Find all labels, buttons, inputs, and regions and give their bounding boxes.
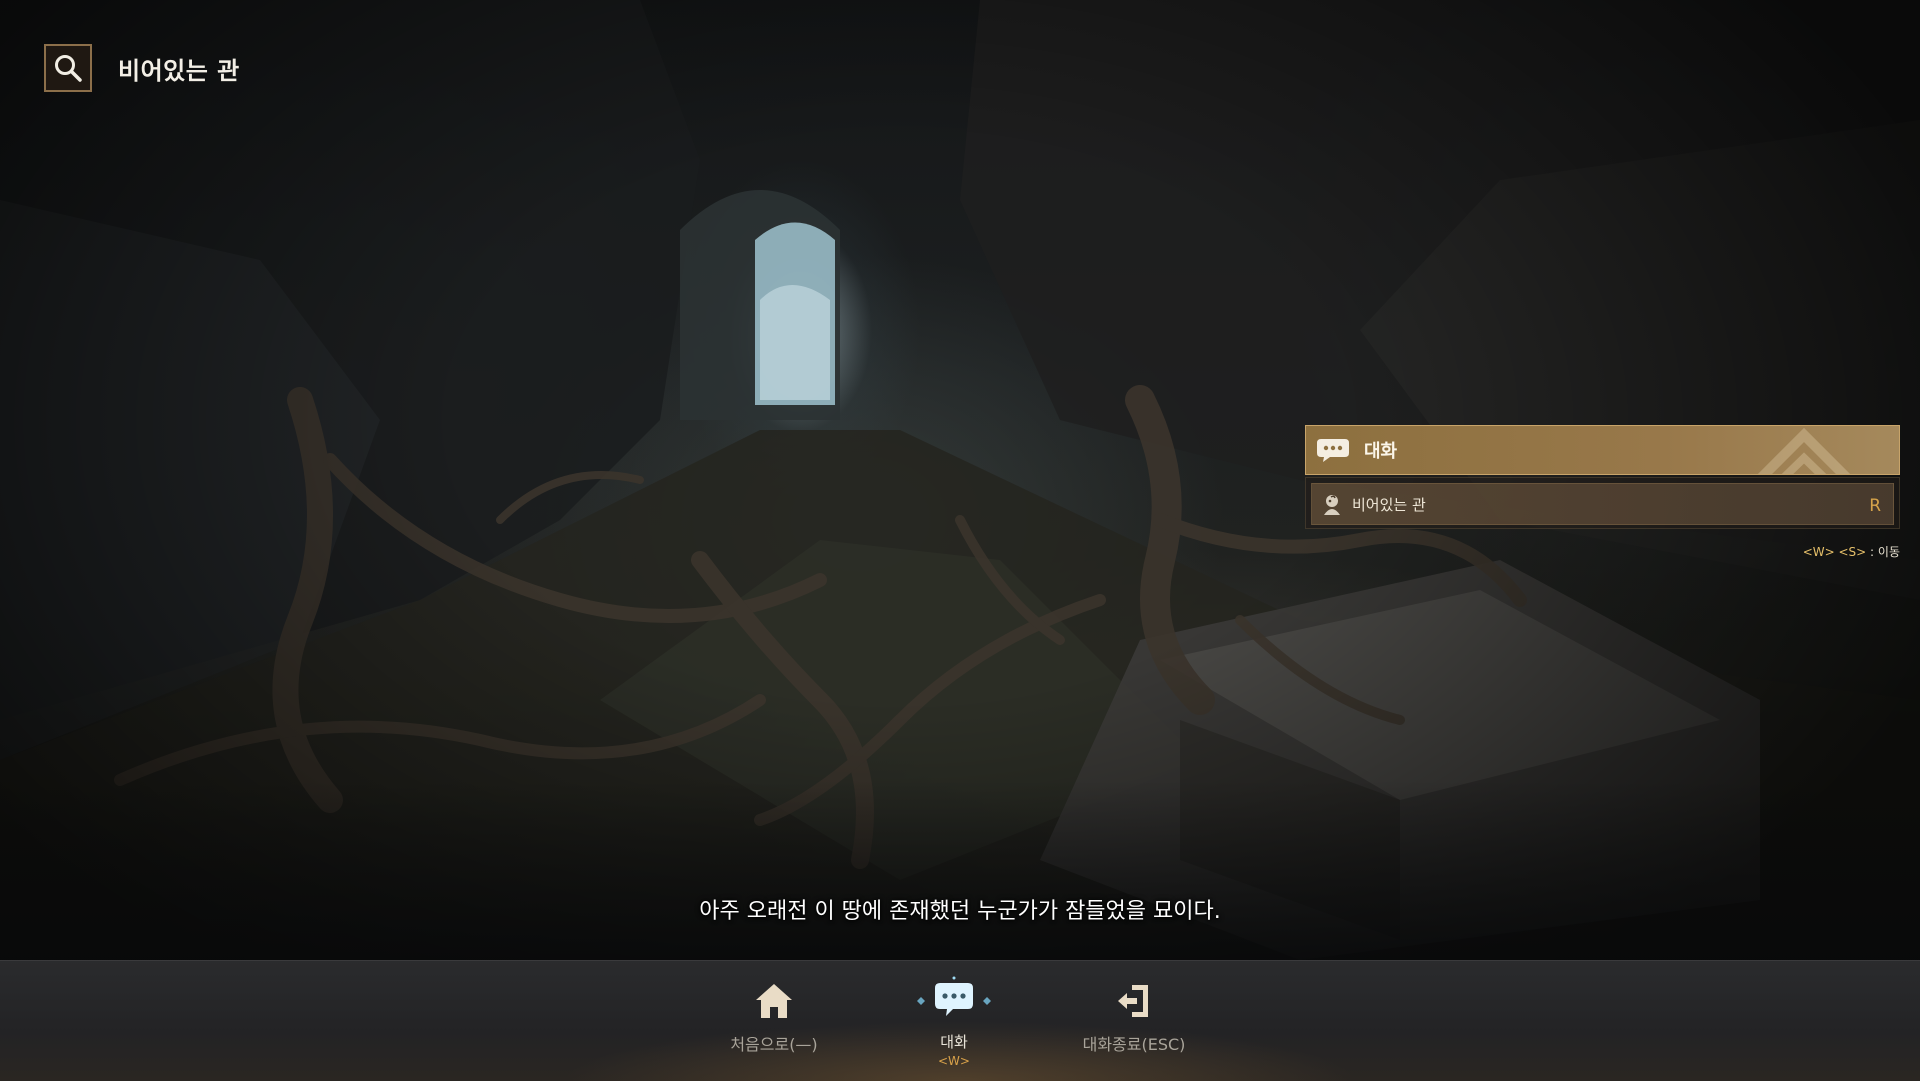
- exit-label: 대화종료(ESC): [1082, 1035, 1186, 1054]
- dialog-panel: 대화 비어있는 관 R <W> <S> : 이동: [1305, 425, 1900, 559]
- home-label: 처음으로(—): [730, 1035, 818, 1054]
- dialog-option-empty-coffin[interactable]: 비어있는 관 R: [1311, 483, 1894, 525]
- dialog-options: 비어있는 관 R: [1305, 477, 1900, 529]
- move-hint: <W> <S> : 이동: [1803, 543, 1900, 560]
- move-hint-action: : 이동: [1870, 545, 1900, 559]
- dialog-option-label: 비어있는 관: [1352, 495, 1426, 514]
- exit-door-icon: [1118, 985, 1148, 1017]
- bottom-nav-bar: 처음으로(—) 대화 <W> 대화종료(ESC): [0, 960, 1920, 1081]
- exit-dialog-button[interactable]: 대화종료(ESC): [1064, 975, 1204, 1055]
- header-decoration-icon: [1757, 427, 1851, 474]
- object-title: 비어있는 관: [44, 44, 240, 92]
- talk-label: 대화: [940, 1033, 968, 1051]
- search-icon: [55, 55, 82, 82]
- npc-portrait-icon: [1324, 495, 1340, 515]
- move-hint-keys: <W> <S>: [1802, 545, 1867, 559]
- home-icon: [756, 984, 792, 1018]
- dialog-panel-title: 대화: [1364, 441, 1398, 462]
- chat-bubble-icon: [1317, 439, 1349, 462]
- talk-hotkey: <W>: [938, 1054, 970, 1068]
- home-button[interactable]: 처음으로(—): [704, 975, 844, 1055]
- talk-button[interactable]: 대화 <W>: [884, 975, 1024, 1068]
- dialog-option-hotkey: R: [1869, 496, 1881, 516]
- dialog-panel-header: 대화: [1305, 425, 1900, 475]
- chat-bubble-icon: [917, 976, 991, 1016]
- search-button[interactable]: [44, 44, 92, 92]
- dialog-subtitle: 아주 오래전 이 땅에 존재했던 누군가가 잠들었을 묘이다.: [699, 899, 1221, 924]
- object-title-text: 비어있는 관: [118, 56, 240, 85]
